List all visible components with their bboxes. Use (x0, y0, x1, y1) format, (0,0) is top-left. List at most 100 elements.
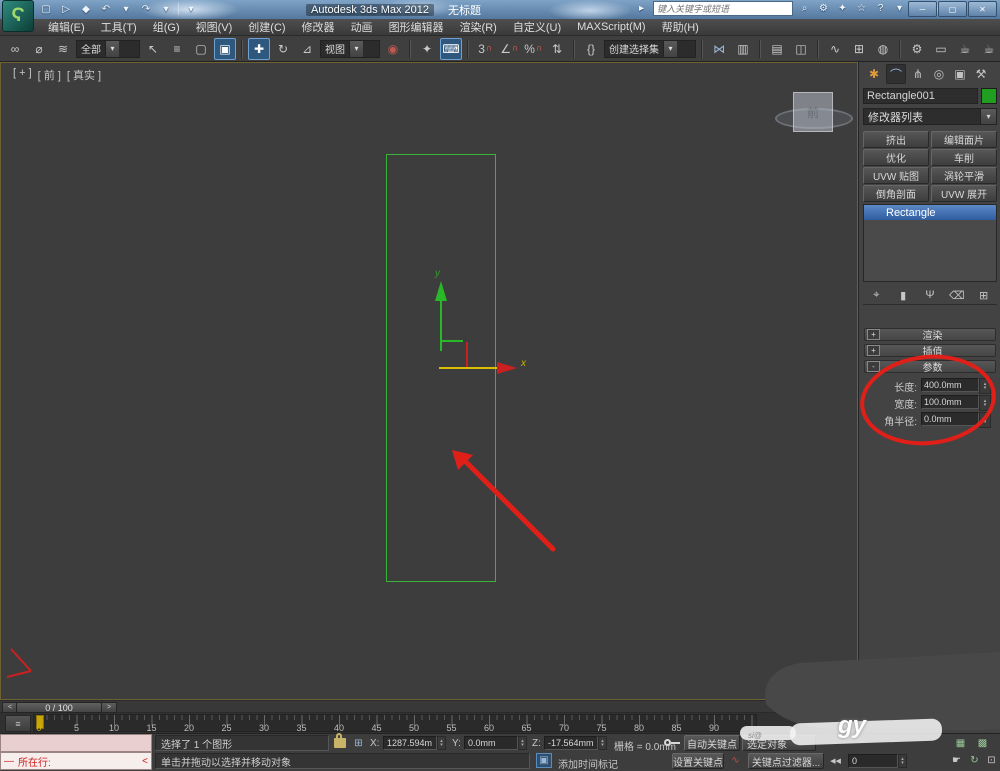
search-icon[interactable]: ⌕ (797, 2, 812, 16)
search-input[interactable] (653, 1, 793, 16)
reference-coordinate-dropdown[interactable]: 视图 ▾ (320, 39, 380, 58)
make-unique-icon[interactable]: Ψ (921, 289, 939, 301)
stack-item-rectangle[interactable]: Rectangle (864, 205, 996, 220)
render-production-icon[interactable]: ☕ (954, 38, 976, 60)
go-to-start-icon[interactable]: ◀◀ (827, 753, 844, 768)
modifier-list-caret-icon[interactable]: ▾ (980, 109, 996, 124)
select-and-move-icon[interactable]: ✚ (248, 37, 270, 60)
viewport-general-menu[interactable]: [ + ] (13, 67, 32, 83)
unlink-selection-icon[interactable]: ⌀ (28, 38, 50, 60)
length-spinner[interactable]: ▴ ▾ (979, 378, 991, 394)
select-object-icon[interactable]: ↖ (142, 38, 164, 60)
rectangle-spline-shape[interactable] (386, 154, 496, 582)
maxscript-macro-recorder-line[interactable] (0, 734, 152, 752)
select-and-link-icon[interactable]: ∞ (4, 38, 26, 60)
spin-down-icon[interactable]: ▾ (521, 743, 524, 748)
modifier-button-uvw-map[interactable]: UVW 贴图 (863, 167, 929, 184)
modifier-button-lathe[interactable]: 车削 (931, 149, 997, 166)
gizmo-x-arrowhead[interactable] (497, 362, 517, 374)
select-and-manipulate-icon[interactable]: ✦ (416, 38, 438, 60)
select-and-rotate-icon[interactable]: ↻ (272, 38, 294, 60)
menu-group[interactable]: 组(G) (145, 19, 188, 35)
mirror-icon[interactable]: ⋈ (708, 38, 730, 60)
selection-lock-icon[interactable] (334, 733, 346, 748)
listener-expand-icon[interactable]: < (142, 756, 148, 767)
reference-coordinate-caret-icon[interactable]: ▾ (349, 40, 363, 57)
select-and-scale-icon[interactable]: ⊿ (296, 38, 318, 60)
pin-stack-icon[interactable]: ⌖ (867, 289, 885, 302)
corner-radius-spinner[interactable]: ▴ ▾ (979, 412, 991, 428)
field-of-view-icon[interactable] (928, 753, 945, 768)
render-setup-icon[interactable]: ⚙ (906, 38, 928, 60)
tab-create-icon[interactable]: ✱ (865, 65, 883, 83)
spin-down-icon[interactable]: ▾ (601, 743, 604, 748)
tab-hierarchy-icon[interactable]: ⋔ (909, 65, 927, 83)
modifier-button-extrude[interactable]: 挤出 (863, 131, 929, 148)
new-key-default-in-out-tangents-icon[interactable]: ∿ (727, 753, 744, 768)
minimize-button[interactable]: ─ (908, 1, 937, 17)
trackbar-ruler[interactable]: 0 5 10 15 20 25 30 35 40 45 50 55 60 65 70 75 80 85 90 (33, 714, 757, 733)
tab-motion-icon[interactable]: ◎ (930, 65, 948, 83)
key-filters-button[interactable]: 关键点过滤器... (748, 753, 824, 769)
redo-dropdown-icon[interactable]: ▾ (158, 2, 174, 17)
object-color-swatch[interactable] (981, 88, 997, 104)
percent-snap-toggle-icon[interactable]: % ∪ (522, 38, 544, 60)
modifier-button-turbosmooth[interactable]: 涡轮平滑 (931, 167, 997, 184)
use-pivot-center-icon[interactable]: ◉ (382, 38, 404, 60)
angle-snap-toggle-icon[interactable]: ∠ ∪ (498, 38, 520, 60)
menu-create[interactable]: 创建(C) (240, 19, 293, 35)
communication-center-icon[interactable]: ✦ (835, 2, 850, 16)
subscription-icon[interactable]: ⚙ (816, 2, 831, 16)
time-slider-handle[interactable]: 0 / 100 (16, 702, 102, 713)
modifier-list-dropdown[interactable]: 修改器列表 ▾ (863, 108, 997, 125)
rectangular-selection-region-icon[interactable]: ▢ (190, 38, 212, 60)
absolute-mode-transform-icon[interactable]: ⊞ (350, 736, 367, 751)
render-iterative-icon[interactable]: ☕ (978, 38, 1000, 60)
menu-edit[interactable]: 编辑(E) (40, 19, 93, 35)
y-coord-spinner[interactable]: ▴ ▾ (518, 736, 527, 750)
open-file-icon[interactable]: ▷ (58, 2, 74, 17)
menu-views[interactable]: 视图(V) (188, 19, 241, 35)
corner-radius-field[interactable]: 0.0mm (921, 412, 979, 426)
viewport-pov-menu[interactable]: [ 前 ] (38, 67, 61, 83)
y-coord-field[interactable]: 0.0mm (464, 736, 518, 750)
favorites-icon[interactable]: ☆ (854, 2, 869, 16)
selection-filter-caret-icon[interactable]: ▾ (105, 40, 119, 57)
current-frame-spinner[interactable]: ▴ ▾ (898, 754, 907, 768)
object-name-field[interactable]: Rectangle001 (863, 88, 978, 104)
open-mini-curve-editor-icon[interactable]: ≡ (5, 715, 31, 732)
menu-rendering[interactable]: 渲染(R) (452, 19, 505, 35)
zoom-extents-icon[interactable]: ▦ (952, 736, 969, 751)
search-go-icon[interactable]: ▸ (634, 2, 649, 16)
track-bar[interactable]: ≡ 0 5 10 15 20 25 30 35 40 45 50 55 60 65 70 75 80 85 90 (0, 713, 856, 733)
z-coord-field[interactable]: -17.564mm (544, 736, 598, 750)
keyboard-shortcut-override-icon[interactable]: ⌨ (440, 37, 462, 60)
graphite-modeling-icon[interactable]: ◫ (790, 38, 812, 60)
z-coord-spinner[interactable]: ▴ ▾ (598, 736, 607, 750)
modifier-button-optimize[interactable]: 优化 (863, 149, 929, 166)
rendered-frame-window-icon[interactable]: ▭ (930, 38, 952, 60)
current-frame-field[interactable]: 0 (848, 754, 898, 768)
maxscript-listener-line[interactable]: — 所在行: < (0, 752, 152, 770)
selection-filter-dropdown[interactable]: 全部 ▾ (76, 39, 140, 58)
rollout-rendering[interactable]: + 渲染 (864, 328, 996, 342)
pan-view-icon[interactable]: ☛ (948, 753, 965, 768)
menu-animation[interactable]: 动画 (343, 19, 381, 35)
redo-icon[interactable]: ↷ (138, 2, 154, 17)
remove-modifier-icon[interactable]: ⌫ (948, 289, 966, 302)
new-file-icon[interactable]: ▢ (38, 2, 54, 17)
layer-manager-icon[interactable]: ▤ (766, 38, 788, 60)
spin-down-icon[interactable]: ▾ (440, 743, 443, 748)
undo-dropdown-icon[interactable]: ▾ (118, 2, 134, 17)
menu-graph-editors[interactable]: 图形编辑器 (381, 19, 452, 35)
select-by-name-icon[interactable]: ≡ (166, 38, 188, 60)
material-editor-icon[interactable]: ◍ (872, 38, 894, 60)
modifier-button-bevel-profile[interactable]: 倒角剖面 (863, 185, 929, 202)
menu-customize[interactable]: 自定义(U) (505, 19, 569, 35)
time-slider-next-icon[interactable]: > (101, 702, 117, 713)
width-field[interactable]: 100.0mm (921, 395, 979, 409)
tab-display-icon[interactable]: ▣ (951, 65, 969, 83)
edit-named-selection-sets-icon[interactable]: {} (580, 38, 602, 60)
tab-utilities-icon[interactable]: ⚒ (972, 65, 990, 83)
menu-help[interactable]: 帮助(H) (654, 19, 707, 35)
